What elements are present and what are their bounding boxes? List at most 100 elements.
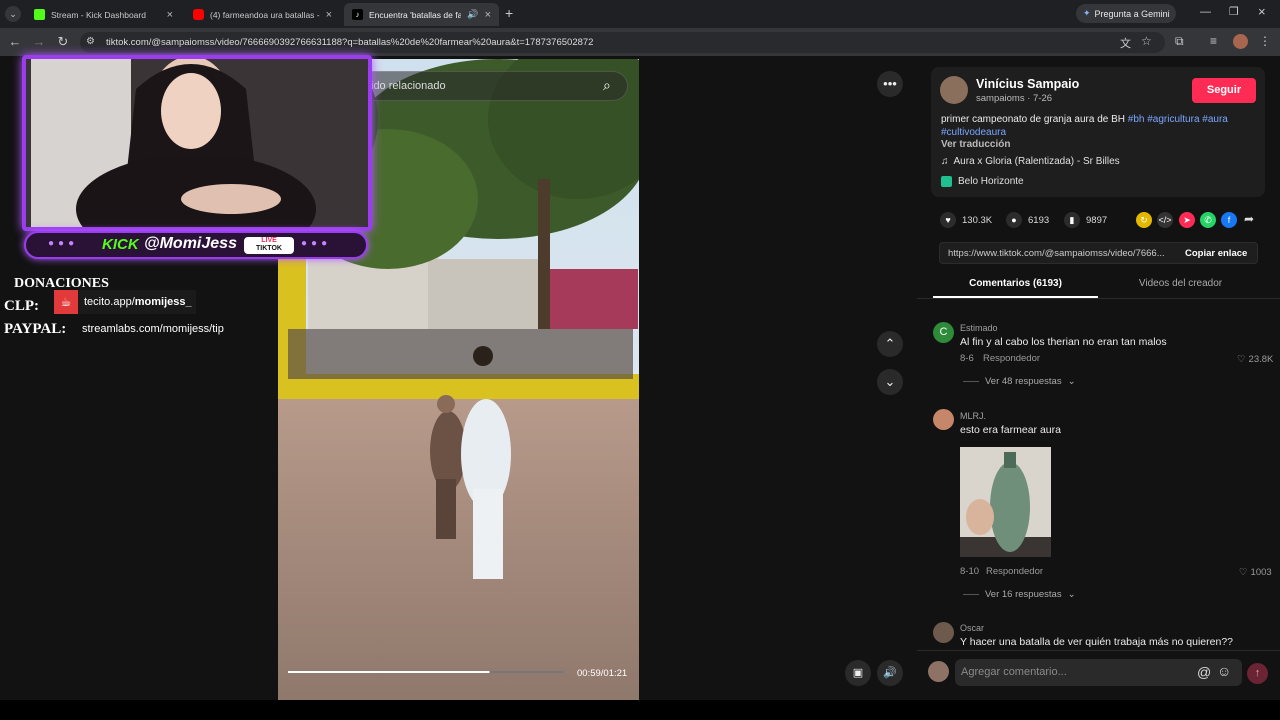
follow-button[interactable]: Seguir xyxy=(1192,78,1256,103)
close-tab-icon[interactable]: × xyxy=(167,9,173,21)
author-avatar[interactable] xyxy=(940,76,968,104)
send-icon[interactable]: ➤ xyxy=(1179,212,1195,228)
streamer-handle: @MomiJess xyxy=(144,235,237,252)
close-tab-icon[interactable]: × xyxy=(326,9,332,21)
url-text[interactable]: tiktok.com/@sampaiomss/video/76666903927… xyxy=(106,37,593,48)
embed-icon[interactable]: </> xyxy=(1157,212,1173,228)
mention-icon[interactable]: @ xyxy=(1197,664,1211,680)
translate-icon[interactable]: 文 xyxy=(1120,35,1131,51)
close-window-icon[interactable]: × xyxy=(1258,4,1266,19)
comment-text: Y hacer una batalla de ver quién trabaja… xyxy=(960,636,1233,648)
comment-count: 6193 xyxy=(1028,214,1050,226)
repost-icon[interactable]: ↻ xyxy=(1136,212,1152,228)
site-info-icon[interactable]: ⚙ xyxy=(86,36,95,47)
restore-icon[interactable]: ❐ xyxy=(1229,5,1239,18)
tab-title: Stream - Kick Dashboard xyxy=(51,9,146,20)
comment-like[interactable]: ♡ 1003 xyxy=(1239,567,1272,578)
webcam-image xyxy=(26,59,368,227)
facebook-icon[interactable]: f xyxy=(1221,212,1237,228)
translate-link[interactable]: Ver traducción xyxy=(941,139,1010,150)
paypal-label: PAYPAL: xyxy=(4,321,67,337)
tab-creator-videos[interactable]: Videos del creador xyxy=(1098,278,1263,289)
heart-outline-icon: ♡ xyxy=(1237,354,1246,365)
hashtag-agricultura[interactable]: #agricultura xyxy=(1147,114,1199,125)
whatsapp-icon[interactable]: ✆ xyxy=(1200,212,1216,228)
comment-like[interactable]: ♡ 23.8K xyxy=(1237,354,1273,365)
reply-button[interactable]: Respondedor xyxy=(983,353,1040,364)
volume-icon[interactable]: 🔊 xyxy=(877,660,903,686)
music-row[interactable]: ♫ Aura x Gloria (Ralentizada) - Sr Bille… xyxy=(941,156,1120,167)
hashtag-aura[interactable]: #aura xyxy=(1202,114,1228,125)
minimize-icon[interactable]: — xyxy=(1200,6,1211,18)
chevron-down-icon: ⌄ xyxy=(1067,376,1076,387)
commenter-avatar[interactable] xyxy=(933,622,954,643)
location-pin-icon xyxy=(941,176,952,187)
streamer-banner: ●●● KICK @MomiJess LIVE TIKTOK ●●● xyxy=(24,231,368,259)
tab-search-button[interactable]: ⌄ xyxy=(5,6,21,22)
pip-icon[interactable]: ▣ xyxy=(845,660,871,686)
audio-playing-icon[interactable]: 🔊 xyxy=(467,9,478,20)
share-url[interactable]: https://www.tiktok.com/@sampaiomss/video… xyxy=(948,248,1173,259)
author-meta: sampaioms · 7-26 xyxy=(976,93,1053,104)
menu-icon[interactable]: ⋮ xyxy=(1259,34,1271,48)
hashtag-bh[interactable]: #bh xyxy=(1128,114,1145,125)
post-comment-button[interactable]: ↑ xyxy=(1247,663,1268,684)
commenter-name[interactable]: MLRJ. xyxy=(960,411,986,421)
tecito-cup-icon: ☕ xyxy=(54,290,78,314)
copy-link-button[interactable]: Copiar enlace xyxy=(1185,248,1247,259)
bookmark-icon: ▮ xyxy=(1064,212,1080,228)
close-tab-icon[interactable]: × xyxy=(485,9,491,21)
emoji-icon[interactable]: ☺ xyxy=(1217,663,1231,679)
search-icon[interactable]: ⌕ xyxy=(603,77,611,94)
progress-fill xyxy=(288,671,490,673)
save-button[interactable]: ▮ 9897 xyxy=(1064,212,1107,228)
reading-list-icon[interactable]: ≡ xyxy=(1210,34,1217,48)
view-replies[interactable]: Ver 16 respuestas ⌄ xyxy=(963,589,1076,600)
view-replies[interactable]: Ver 48 respuestas ⌄ xyxy=(963,376,1076,387)
commenter-avatar[interactable]: C xyxy=(933,322,954,343)
comment-like-count: 23.8K xyxy=(1248,354,1274,365)
next-video-icon[interactable]: ⌄ xyxy=(877,369,903,395)
live-badge-text: LIVE xyxy=(261,237,277,244)
gemini-button[interactable]: ✦ Pregunta a Gemini xyxy=(1076,4,1176,23)
taskbar-strip xyxy=(0,700,1280,720)
profile-avatar[interactable] xyxy=(1233,34,1248,49)
tab-tiktok[interactable]: ♪ Encuentra 'batallas de farm 🔊 × xyxy=(344,3,499,26)
post-caption: primer campeonato de granja aura de BH #… xyxy=(941,114,1251,139)
share-arrow-icon[interactable]: ➦ xyxy=(1244,212,1254,226)
back-icon[interactable]: ← xyxy=(6,33,24,51)
tab-kick-dashboard[interactable]: Stream - Kick Dashboard × xyxy=(26,3,181,26)
webcam-frame xyxy=(22,55,372,231)
previous-video-icon[interactable]: ⌃ xyxy=(877,331,903,357)
extensions-icon[interactable]: ⧉ xyxy=(1175,34,1184,49)
tab-comments[interactable]: Comentarios (6193) xyxy=(933,278,1098,289)
paypal-link: streamlabs.com/momijess/tip xyxy=(82,323,224,335)
caption-text: primer campeonato de granja aura de BH xyxy=(941,114,1125,125)
share-link-box: https://www.tiktok.com/@sampaiomss/video… xyxy=(939,242,1258,264)
heart-outline-icon: ♡ xyxy=(1239,567,1248,578)
commenter-name[interactable]: Oscar xyxy=(960,623,984,633)
forward-icon[interactable]: → xyxy=(30,33,48,51)
commenter-name[interactable]: Estimado xyxy=(960,323,998,333)
view-replies-label: Ver 48 respuestas xyxy=(985,376,1062,387)
reply-button[interactable]: Respondedor xyxy=(986,566,1043,577)
banner-dots-left: ●●● xyxy=(48,238,79,249)
author-name[interactable]: Vinícius Sampaio xyxy=(976,77,1079,91)
my-avatar[interactable] xyxy=(928,661,949,682)
tab-youtube[interactable]: (4) farmeandoa ura batallas - Y × xyxy=(185,3,340,26)
bookmark-star-icon[interactable]: ☆ xyxy=(1141,34,1152,48)
comment-button[interactable]: ● 6193 xyxy=(1006,212,1049,228)
like-button[interactable]: ♥ 130.3K xyxy=(940,212,992,228)
hashtag-cultivodeaura[interactable]: #cultivodeaura xyxy=(941,127,1006,138)
new-tab-button[interactable]: + xyxy=(505,5,513,21)
comment-input[interactable]: Agregar comentario... @ ☺ xyxy=(955,659,1242,686)
commenter-avatar[interactable] xyxy=(933,409,954,430)
search-partial-text: ido relacionado xyxy=(371,80,446,92)
location-name: Belo Horizonte xyxy=(958,176,1024,187)
location-row[interactable]: Belo Horizonte xyxy=(941,176,1024,187)
reload-icon[interactable]: ↻ xyxy=(54,33,72,51)
comment-image[interactable] xyxy=(960,447,1051,557)
video-search-box[interactable]: ido relacionado ⌕ xyxy=(358,71,628,101)
more-options-icon[interactable]: ••• xyxy=(877,71,903,97)
gemini-sparkle-icon: ✦ xyxy=(1083,8,1091,18)
